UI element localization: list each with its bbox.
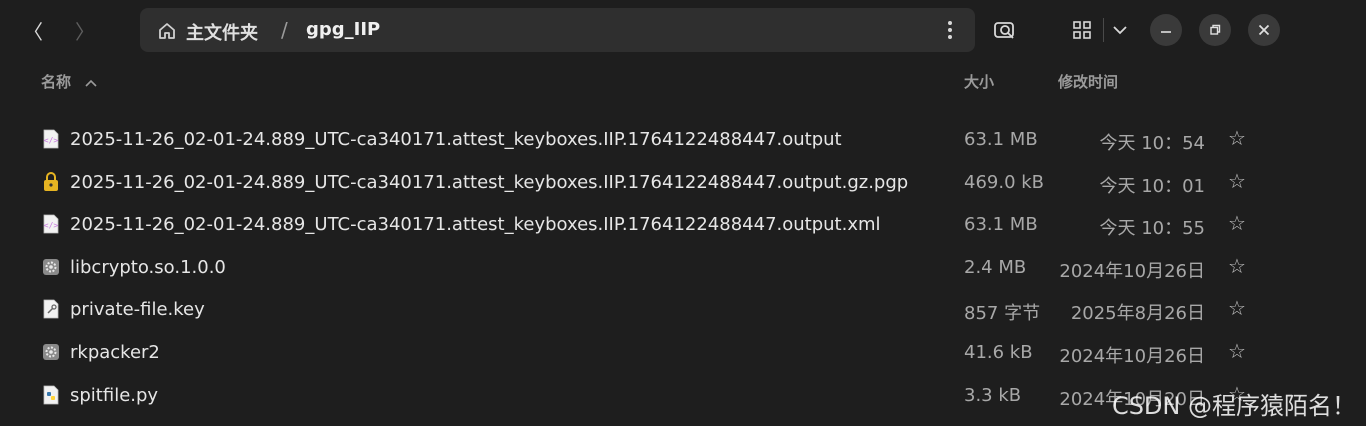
file-modified: 今天 10：01 xyxy=(1099,175,1205,197)
star-icon[interactable]: ☆ xyxy=(1228,254,1246,278)
key-file-icon xyxy=(43,299,59,319)
restore-icon xyxy=(1210,24,1221,35)
file-name: private-file.key xyxy=(70,299,205,321)
file-name: 2025-11-26_02-01-24.889_UTC-ca340171.att… xyxy=(70,171,909,193)
file-modified: 今天 10：55 xyxy=(1099,218,1205,240)
home-icon xyxy=(159,23,175,39)
file-row[interactable]: 2025-11-26_02-01-24.889_UTC-ca340171.att… xyxy=(0,162,1366,204)
file-size: 63.1 MB xyxy=(964,129,1038,150)
column-header-name[interactable]: 名称 xyxy=(41,71,98,92)
file-name: rkpacker2 xyxy=(70,342,160,363)
maximize-button[interactable] xyxy=(1199,14,1231,46)
view-options-button[interactable] xyxy=(1106,16,1134,44)
star-icon[interactable]: ☆ xyxy=(1228,296,1246,320)
file-size: 469.0 kB xyxy=(964,171,1045,193)
path-current-folder[interactable]: gpg_IIP xyxy=(306,19,380,40)
view-grid-button[interactable] xyxy=(1068,16,1096,44)
file-modified: 2024年10月26日 xyxy=(1059,260,1205,282)
path-separator: / xyxy=(281,18,288,42)
star-icon[interactable]: ☆ xyxy=(1228,211,1246,235)
code-file-icon: </> xyxy=(43,129,59,149)
path-home-label[interactable]: 主文件夹 xyxy=(186,19,258,45)
minimize-icon xyxy=(1161,31,1171,33)
column-header-modified[interactable]: 修改时间 xyxy=(1058,71,1118,92)
back-button[interactable]: 〈 xyxy=(18,14,48,46)
file-row[interactable]: </> 2025-11-26_02-01-24.889_UTC-ca340171.… xyxy=(0,204,1366,246)
chevron-left-icon: 〈 xyxy=(23,19,43,44)
path-bar[interactable]: 主文件夹 / gpg_IIP xyxy=(140,8,975,52)
file-size: 41.6 kB xyxy=(964,342,1033,363)
file-modified: 2024年10月26日 xyxy=(1059,346,1205,367)
search-icon xyxy=(994,22,1014,39)
file-name: spitfile.py xyxy=(70,384,159,406)
python-file-icon xyxy=(43,385,59,404)
file-size: 63.1 MB xyxy=(964,214,1038,236)
file-modified: 2025年8月26日 xyxy=(1070,303,1205,325)
chevron-down-icon xyxy=(1113,26,1127,35)
code-file-icon: </> xyxy=(43,214,59,234)
star-icon[interactable]: ☆ xyxy=(1228,339,1246,363)
minimize-button[interactable] xyxy=(1150,14,1182,46)
file-size: 3.3 kB xyxy=(964,384,1022,406)
gear-file-icon xyxy=(43,258,59,275)
sort-ascending-icon xyxy=(85,79,97,87)
grid-icon xyxy=(1073,21,1091,39)
close-icon xyxy=(1258,24,1270,36)
svg-text:</>: </> xyxy=(44,136,59,145)
file-row[interactable]: </> 2025-11-26_02-01-24.889_UTC-ca340171.… xyxy=(0,119,1366,161)
file-row[interactable]: rkpacker2 41.6 kB 2024年10月26日 ☆ xyxy=(0,332,1366,374)
toolbar-divider xyxy=(1103,18,1104,42)
file-name: libcrypto.so.1.0.0 xyxy=(70,256,226,278)
path-menu-button[interactable] xyxy=(940,18,960,42)
star-icon[interactable]: ☆ xyxy=(1228,169,1246,193)
chevron-right-icon: 〉 xyxy=(75,19,95,44)
svg-text:</>: </> xyxy=(44,221,59,230)
watermark: CSDN @程序猿陌名！ xyxy=(1111,392,1356,420)
file-size: 857 字节 xyxy=(964,303,1041,325)
search-button[interactable] xyxy=(991,16,1019,44)
file-modified: 今天 10：54 xyxy=(1099,133,1205,154)
file-name: 2025-11-26_02-01-24.889_UTC-ca340171.att… xyxy=(70,214,881,236)
file-name: 2025-11-26_02-01-24.889_UTC-ca340171.att… xyxy=(70,129,842,150)
lock-file-icon xyxy=(44,171,58,191)
star-icon[interactable]: ☆ xyxy=(1228,126,1246,150)
close-button[interactable] xyxy=(1248,14,1280,46)
gear-file-icon xyxy=(43,344,59,360)
column-header-size[interactable]: 大小 xyxy=(964,71,994,92)
file-size: 2.4 MB xyxy=(964,256,1027,278)
forward-button[interactable]: 〉 xyxy=(70,14,100,46)
file-row[interactable]: libcrypto.so.1.0.0 2.4 MB 2024年10月26日 ☆ xyxy=(0,247,1366,289)
file-row[interactable]: private-file.key 857 字节 2025年8月26日 ☆ xyxy=(0,289,1366,331)
